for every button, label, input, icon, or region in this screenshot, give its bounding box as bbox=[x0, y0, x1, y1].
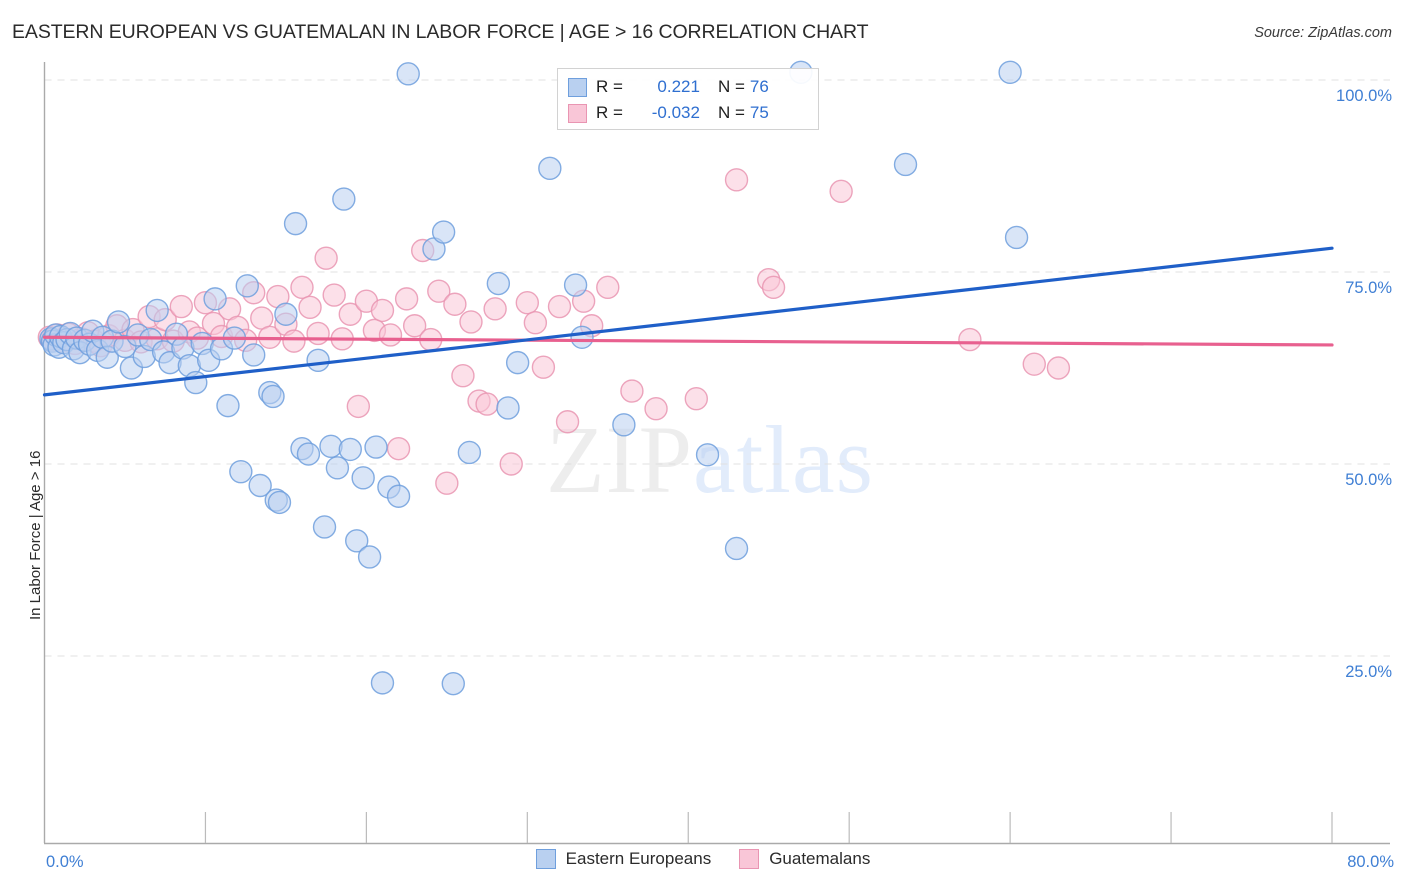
correlation-stats-box: R = 0.221 N = 76 R = -0.032 N = 75 bbox=[557, 68, 819, 130]
y-axis-tick-label: 100.0% bbox=[1336, 87, 1392, 105]
stats-row-guatemalans: R = -0.032 N = 75 bbox=[568, 100, 808, 126]
stats-swatch-eastern-europeans bbox=[568, 77, 587, 97]
correlation-chart: EASTERN EUROPEAN VS GUATEMALAN IN LABOR … bbox=[0, 0, 1406, 892]
legend-item-eastern-europeans[interactable]: Eastern Europeans bbox=[535, 849, 712, 869]
legend-label-guatemalans: Guatemalans bbox=[769, 849, 871, 868]
y-axis-tick-label: 75.0% bbox=[1345, 279, 1392, 297]
stats-r-label-pink: R = bbox=[596, 103, 623, 122]
stats-n-value-blue: 76 bbox=[749, 77, 769, 96]
stats-row-eastern-europeans: R = 0.221 N = 76 bbox=[568, 74, 808, 100]
stats-r-value-blue: 0.221 bbox=[657, 77, 700, 96]
legend-swatch-guatemalans bbox=[739, 849, 760, 869]
legend-item-guatemalans[interactable]: Guatemalans bbox=[739, 849, 870, 869]
y-axis-tick-label: 25.0% bbox=[1345, 663, 1392, 681]
stats-r-value-pink: -0.032 bbox=[651, 103, 700, 122]
chart-legend: Eastern Europeans Guatemalans bbox=[0, 849, 1406, 869]
plot-area bbox=[37, 60, 1390, 845]
stats-r-label-blue: R = bbox=[596, 77, 623, 96]
guatemalans-scatter-points bbox=[37, 168, 1071, 495]
stats-n-value-pink: 75 bbox=[749, 103, 769, 122]
stats-n-label-pink: N = bbox=[717, 103, 745, 122]
x-axis-ticks bbox=[204, 812, 1333, 843]
y-axis-tick-label: 50.0% bbox=[1345, 471, 1392, 489]
stats-swatch-guatemalans bbox=[568, 103, 587, 123]
legend-swatch-eastern-europeans bbox=[535, 849, 556, 869]
stats-n-label-blue: N = bbox=[717, 77, 745, 96]
gridlines bbox=[44, 79, 1390, 657]
legend-label-eastern-europeans: Eastern Europeans bbox=[565, 849, 712, 868]
